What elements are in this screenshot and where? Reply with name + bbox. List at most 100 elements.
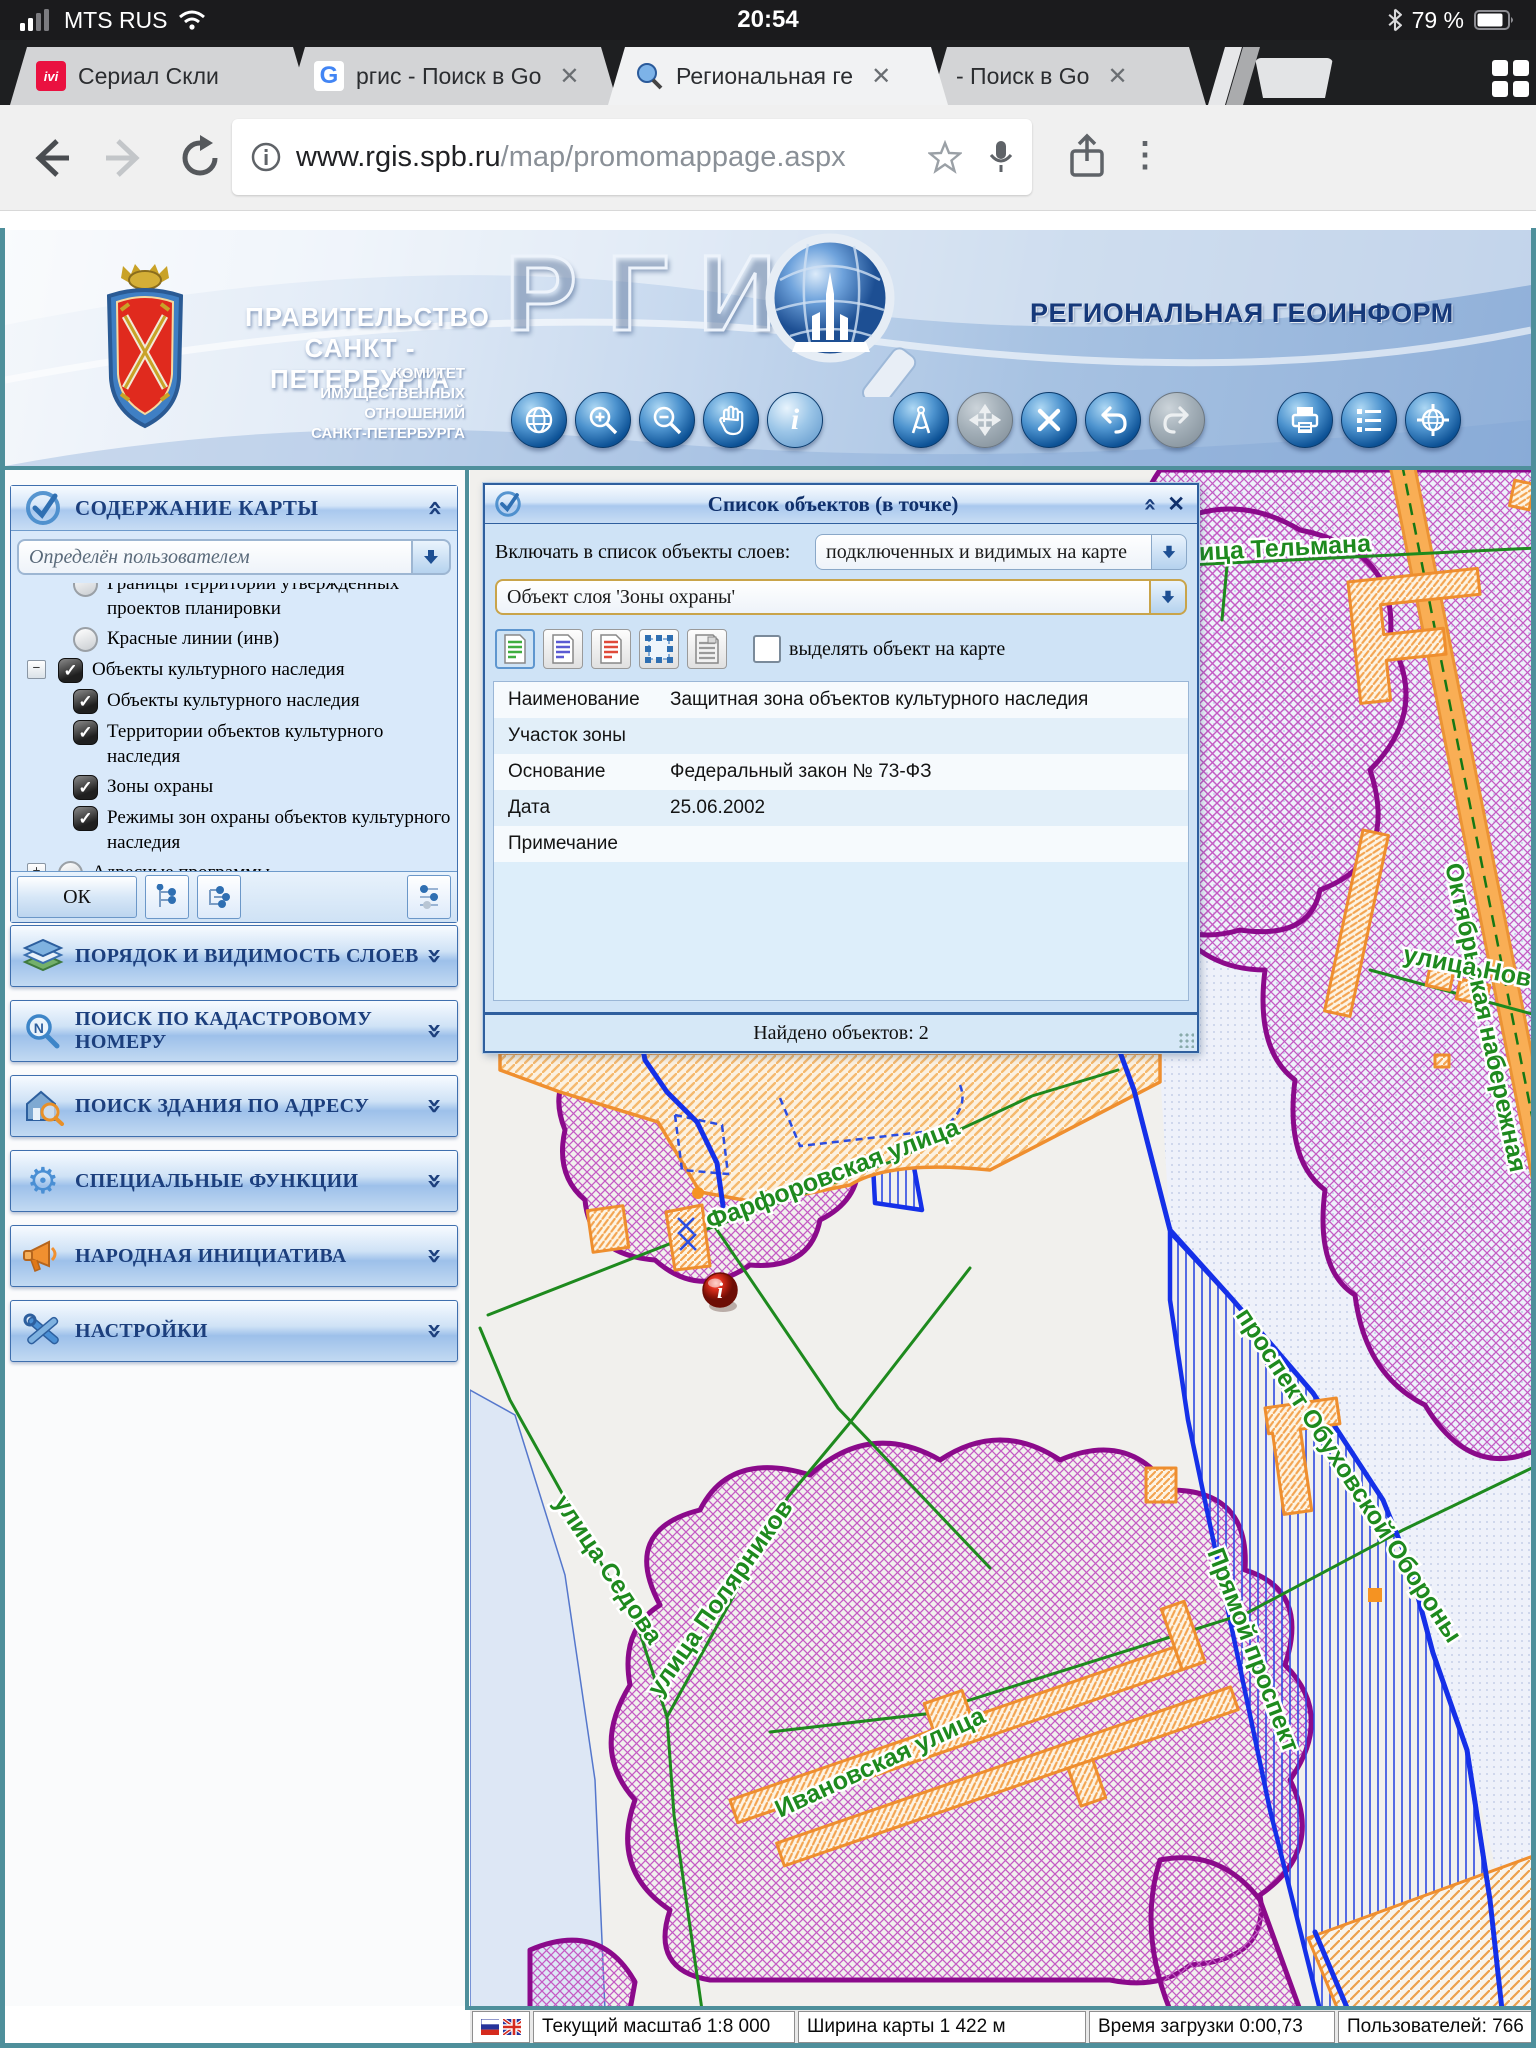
print-button[interactable] — [1277, 392, 1333, 448]
forward-icon[interactable] — [100, 133, 150, 183]
tab-close-icon[interactable]: ✕ — [871, 62, 891, 91]
layer-group[interactable]: + Адресные программы — [15, 860, 453, 871]
checkbox-checked[interactable]: ✓ — [73, 806, 98, 831]
back-icon[interactable] — [25, 133, 75, 183]
panel-public-initiative[interactable]: НАРОДНАЯ ИНИЦИАТИВА » — [10, 1225, 458, 1287]
layer-object-dropdown[interactable]: Объект слоя 'Зоны охраны' — [495, 579, 1187, 615]
panel-layer-order[interactable]: ПОРЯДОК И ВИДИМОСТЬ СЛОЕВ » — [10, 925, 458, 987]
checkbox-checked[interactable]: ✓ — [58, 658, 83, 683]
panel-address-search[interactable]: ПОИСК ЗДАНИЯ ПО АДРЕСУ » — [10, 1075, 458, 1137]
tab-regional-gis-active[interactable]: Региональная ге ✕ — [608, 47, 948, 105]
clear-selection-button[interactable] — [1021, 392, 1077, 448]
layers-tree: Границы территорий утверждённых проектов… — [11, 583, 457, 871]
expand-panel-icon[interactable]: » — [419, 1022, 449, 1039]
expand-panel-icon[interactable]: » — [419, 947, 449, 964]
ok-button[interactable]: ОК — [17, 876, 137, 918]
full-extent-globe-button[interactable] — [511, 392, 567, 448]
tab-switcher-icon[interactable] — [1492, 60, 1529, 97]
panel-cadastral-search[interactable]: N ПОИСК ПО КАДАСТРОВОМУ НОМЕРУ » — [10, 1000, 458, 1062]
checkbox-unchecked[interactable] — [73, 583, 98, 597]
new-tab-button[interactable] — [1255, 58, 1333, 98]
zoom-out-button[interactable] — [639, 392, 695, 448]
table-row[interactable]: Примечание — [494, 826, 1188, 862]
expand-panel-icon[interactable]: » — [419, 1172, 449, 1189]
table-row[interactable]: Основание Федеральный закон № 73-ФЗ — [494, 754, 1188, 790]
report-green-button[interactable] — [495, 629, 535, 669]
panel-settings[interactable]: НАСТРОЙКИ » — [10, 1300, 458, 1362]
close-dialog-icon[interactable]: ✕ — [1167, 492, 1185, 517]
highlight-object-checkbox[interactable] — [753, 635, 781, 663]
collapse-dialog-icon[interactable]: » — [1138, 497, 1163, 511]
tab-search2[interactable]: - Поиск в Go ✕ — [930, 47, 1206, 105]
table-row[interactable]: Участок зоны — [494, 718, 1188, 754]
tab-close-icon[interactable]: ✕ — [559, 62, 579, 91]
url-field[interactable]: www.rgis.spb.ru/map/promomappage.aspx — [232, 119, 1032, 195]
page-info-icon[interactable] — [250, 141, 282, 173]
table-row[interactable]: Дата 25.06.2002 — [494, 790, 1188, 826]
menu-kebab-icon[interactable]: ⋮ — [1128, 135, 1162, 175]
panel-title: НАСТРОЙКИ — [75, 1320, 208, 1343]
tab-close-icon[interactable]: ✕ — [1107, 62, 1127, 91]
table-row[interactable]: Наименование Защитная зона объектов куль… — [494, 682, 1188, 718]
map-contents-header[interactable]: СОДЕРЖАНИЕ КАРТЫ » — [11, 486, 457, 531]
layer-item[interactable]: ✓ Территории объектов культурного наслед… — [15, 719, 453, 769]
include-layers-label: Включать в список объекты слоев: — [495, 541, 790, 564]
include-layers-dropdown[interactable]: подключенных и видимых на карте — [815, 534, 1187, 570]
voice-search-mic-icon[interactable] — [988, 139, 1014, 175]
collapse-node-icon[interactable]: − — [27, 660, 46, 679]
expand-tree-button[interactable] — [145, 875, 189, 919]
share-icon[interactable] — [1062, 131, 1112, 181]
layer-object-value: Объект слоя 'Зоны охраны' — [495, 579, 1149, 615]
attr-value: 25.06.2002 — [670, 797, 1188, 819]
tree-settings-button[interactable] — [407, 875, 451, 919]
bookmark-star-icon[interactable] — [928, 140, 962, 174]
reload-icon[interactable] — [175, 133, 225, 183]
tab-serial[interactable]: ivi Сериал Скли — [10, 47, 310, 105]
expand-node-icon[interactable]: + — [27, 863, 46, 871]
report-red-button[interactable] — [591, 629, 631, 669]
layer-item[interactable]: ✓ Объекты культурного наследия — [15, 688, 453, 714]
undo-button[interactable] — [1085, 392, 1141, 448]
current-scale-cell: Текущий масштаб 1:8 000 — [533, 2011, 795, 2043]
legend-list-button[interactable] — [1341, 392, 1397, 448]
checkbox-checked[interactable]: ✓ — [73, 775, 98, 800]
tree-actions-row: ОК — [11, 871, 457, 922]
expand-panel-icon[interactable]: » — [419, 1247, 449, 1264]
resize-grip[interactable] — [1178, 1032, 1194, 1048]
tab-rgis-search[interactable]: G ргис - Поиск в Go ✕ — [288, 47, 618, 105]
poi-orange-dot — [692, 1187, 704, 1199]
identify-info-button-active[interactable]: i — [767, 392, 823, 448]
attr-label: Примечание — [494, 833, 670, 855]
layer-profile-dropdown[interactable]: Определён пользователем — [17, 539, 451, 575]
report-blue-button[interactable] — [543, 629, 583, 669]
language-flags-cell[interactable] — [472, 2011, 530, 2043]
layer-item[interactable]: Красные линии (инв) — [15, 626, 453, 652]
expand-panel-icon[interactable]: » — [419, 1097, 449, 1114]
screen: MTS RUS 20:54 79 % ivi Сериал Скли — [0, 0, 1536, 2048]
statusbar-divider — [465, 2006, 1536, 2010]
checkbox-checked[interactable]: ✓ — [73, 720, 98, 745]
layer-item[interactable]: ✓ Зоны охраны — [15, 774, 453, 800]
pan-hand-button[interactable] — [703, 392, 759, 448]
dropdown-arrow-icon[interactable] — [1151, 534, 1187, 570]
layer-item[interactable]: Границы территорий утверждённых проектов… — [15, 583, 453, 621]
zoom-to-object-button[interactable] — [639, 629, 679, 669]
locate-globe-button[interactable] — [1405, 392, 1461, 448]
committee-title: КОМИТЕТ ИМУЩЕСТВЕННЫХ ОТНОШЕНИЙ САНКТ-ПЕ… — [155, 364, 465, 444]
checkbox-unchecked[interactable] — [73, 627, 98, 652]
checkbox-unchecked[interactable] — [58, 861, 83, 871]
redo-button-disabled — [1149, 392, 1205, 448]
zoom-in-button[interactable] — [575, 392, 631, 448]
measure-compass-button[interactable] — [893, 392, 949, 448]
panel-special-functions[interactable]: ⚙ СПЕЦИАЛЬНЫЕ ФУНКЦИИ » — [10, 1150, 458, 1212]
dropdown-arrow-icon[interactable] — [411, 539, 451, 575]
collapse-panel-icon[interactable]: » — [419, 499, 449, 516]
layer-item[interactable]: ✓ Режимы зон охраны объектов культурного… — [15, 805, 453, 855]
checkbox-checked[interactable]: ✓ — [73, 689, 98, 714]
object-card-button[interactable] — [687, 629, 727, 669]
dialog-titlebar[interactable]: Список объектов (в точке) » ✕ — [485, 485, 1197, 524]
layer-group[interactable]: − ✓ Объекты культурного наследия — [15, 657, 453, 683]
collapse-tree-button[interactable] — [197, 875, 241, 919]
expand-panel-icon[interactable]: » — [419, 1322, 449, 1339]
dropdown-arrow-icon[interactable] — [1149, 579, 1187, 615]
